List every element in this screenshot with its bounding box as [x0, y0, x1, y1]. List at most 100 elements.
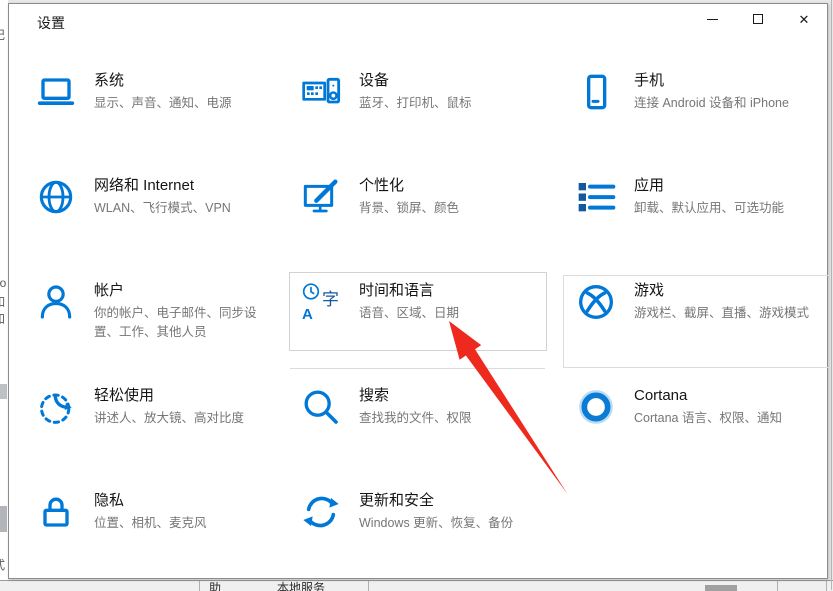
- tile-text: 手机 连接 Android 设备和 iPhone: [634, 71, 824, 161]
- phone-icon: [576, 72, 616, 112]
- close-button[interactable]: ✕: [781, 4, 827, 34]
- settings-tile-system[interactable]: 系统 显示、声音、通知、电源: [31, 56, 296, 161]
- tile-text: 游戏 游戏栏、截屏、直播、游戏模式: [634, 281, 824, 371]
- tile-icon-column: [296, 491, 346, 581]
- tile-icon-column: [571, 71, 621, 161]
- minimize-icon: [707, 19, 718, 20]
- tile-icon-column: [296, 176, 346, 266]
- tile-subtitle: 卸载、默认应用、可选功能: [634, 199, 824, 218]
- settings-tile-ease-of-access[interactable]: 轻松使用 讲述人、放大镜、高对比度: [31, 371, 296, 476]
- magnifier-icon: [301, 387, 341, 427]
- background-scrollbar-thumb: [705, 585, 737, 591]
- tile-text: 隐私 位置、相机、麦克风: [94, 491, 294, 581]
- background-scrollbar-fragment: [0, 506, 7, 532]
- background-window-bottom-sliver: 助本地服务: [0, 580, 833, 591]
- minimize-button[interactable]: [689, 4, 735, 34]
- tile-text: 搜索 查找我的文件、权限: [359, 386, 559, 476]
- tile-title: 游戏: [634, 281, 824, 300]
- tile-text: 设备 蓝牙、打印机、鼠标: [359, 71, 559, 161]
- background-window-edge: [831, 0, 832, 590]
- tile-subtitle: 游戏栏、截屏、直播、游戏模式: [634, 304, 824, 323]
- window-title: 设置: [37, 13, 65, 33]
- settings-tile-privacy[interactable]: 隐私 位置、相机、麦克风: [31, 476, 296, 581]
- tile-title: 手机: [634, 71, 824, 90]
- tile-icon-column: [571, 176, 621, 266]
- tile-title: 网络和 Internet: [94, 176, 294, 195]
- tile-text: Cortana Cortana 语言、权限、通知: [634, 386, 824, 476]
- window-controls: ✕: [689, 4, 827, 34]
- tile-title: Cortana: [634, 386, 824, 405]
- tile-title: 应用: [634, 176, 824, 195]
- sync-icon: [301, 492, 341, 532]
- xbox-icon: [576, 282, 616, 322]
- background-text-fragment: 知: [0, 310, 5, 327]
- tile-icon-column: [31, 176, 81, 266]
- settings-tile-cortana[interactable]: Cortana Cortana 语言、权限、通知: [571, 371, 824, 476]
- tile-text: 更新和安全 Windows 更新、恢复、备份: [359, 491, 559, 581]
- tile-subtitle: 显示、声音、通知、电源: [94, 94, 294, 113]
- cortana-icon: [576, 387, 616, 427]
- tile-title: 更新和安全: [359, 491, 559, 510]
- zi-character-glyph: 字: [322, 291, 339, 309]
- background-window-left-sliver: 记no如知式: [0, 0, 8, 590]
- personalization-icon: [301, 177, 341, 217]
- tile-icon-column: [571, 281, 621, 371]
- settings-window: 设置 ✕ 系统 显示、声音、通知、电源 设备 蓝牙、打印机、鼠标 手机 连接 A…: [8, 3, 828, 579]
- tile-title: 轻松使用: [94, 386, 294, 405]
- background-text-fragment: 式: [0, 556, 5, 573]
- tile-subtitle: 背景、锁屏、颜色: [359, 199, 559, 218]
- background-text-fragment: 记: [0, 26, 5, 43]
- settings-tile-devices[interactable]: 设备 蓝牙、打印机、鼠标: [296, 56, 571, 161]
- tile-text: 系统 显示、声音、通知、电源: [94, 71, 294, 161]
- tile-subtitle: 位置、相机、麦克风: [94, 514, 294, 533]
- settings-tile-gaming[interactable]: 游戏 游戏栏、截屏、直播、游戏模式: [571, 266, 824, 371]
- settings-tile-network[interactable]: 网络和 Internet WLAN、飞行模式、VPN: [31, 161, 296, 266]
- tile-icon-column: [31, 281, 81, 371]
- settings-tile-accounts[interactable]: 帐户 你的帐户、电子邮件、同步设置、工作、其他人员: [31, 266, 296, 371]
- letter-a-glyph: A: [302, 307, 313, 322]
- settings-tile-personalization[interactable]: 个性化 背景、锁屏、颜色: [296, 161, 571, 266]
- titlebar[interactable]: 设置 ✕: [9, 4, 827, 36]
- tile-title: 设备: [359, 71, 559, 90]
- settings-category-grid: 系统 显示、声音、通知、电源 设备 蓝牙、打印机、鼠标 手机 连接 Androi…: [31, 56, 824, 581]
- maximize-button[interactable]: [735, 4, 781, 34]
- time-language-icon: A 字: [301, 282, 341, 322]
- tile-title: 个性化: [359, 176, 559, 195]
- tile-icon-column: [571, 386, 621, 476]
- tile-title: 隐私: [94, 491, 294, 510]
- globe-icon: [36, 177, 76, 217]
- tile-text: 轻松使用 讲述人、放大镜、高对比度: [94, 386, 294, 476]
- background-text-fragment: 如: [0, 293, 5, 310]
- tile-subtitle: 你的帐户、电子邮件、同步设置、工作、其他人员: [94, 304, 264, 342]
- tile-text: 应用 卸载、默认应用、可选功能: [634, 176, 824, 266]
- tile-text: 时间和语言 语音、区域、日期: [359, 281, 559, 371]
- tile-subtitle: 语音、区域、日期: [359, 304, 559, 323]
- tile-subtitle: 连接 Android 设备和 iPhone: [634, 94, 824, 113]
- laptop-icon: [36, 72, 76, 112]
- person-icon: [36, 282, 76, 322]
- tile-subtitle: Cortana 语言、权限、通知: [634, 409, 824, 428]
- tile-icon-column: [31, 71, 81, 161]
- tile-title: 系统: [94, 71, 294, 90]
- apps-icon: [576, 177, 616, 217]
- tile-icon-column: [296, 386, 346, 476]
- tile-title: 搜索: [359, 386, 559, 405]
- tile-text: 个性化 背景、锁屏、颜色: [359, 176, 559, 266]
- tile-subtitle: Windows 更新、恢复、备份: [359, 514, 559, 533]
- ease-of-access-icon: [36, 387, 76, 427]
- settings-tile-time-language[interactable]: A 字 时间和语言 语音、区域、日期: [296, 266, 571, 371]
- tile-icon-column: [31, 491, 81, 581]
- lock-icon: [36, 492, 76, 532]
- devices-icon: [301, 72, 341, 112]
- tile-text: 帐户 你的帐户、电子邮件、同步设置、工作、其他人员: [94, 281, 264, 371]
- maximize-icon: [753, 14, 763, 24]
- settings-tile-apps[interactable]: 应用 卸载、默认应用、可选功能: [571, 161, 824, 266]
- settings-tile-phone[interactable]: 手机 连接 Android 设备和 iPhone: [571, 56, 824, 161]
- settings-tile-update-security[interactable]: 更新和安全 Windows 更新、恢复、备份: [296, 476, 571, 581]
- tile-icon-column: A 字: [296, 281, 346, 371]
- background-scrollbar-fragment: [0, 384, 7, 399]
- tile-subtitle: 讲述人、放大镜、高对比度: [94, 409, 294, 428]
- tile-subtitle: WLAN、飞行模式、VPN: [94, 199, 294, 218]
- settings-tile-search[interactable]: 搜索 查找我的文件、权限: [296, 371, 571, 476]
- tile-icon-column: [296, 71, 346, 161]
